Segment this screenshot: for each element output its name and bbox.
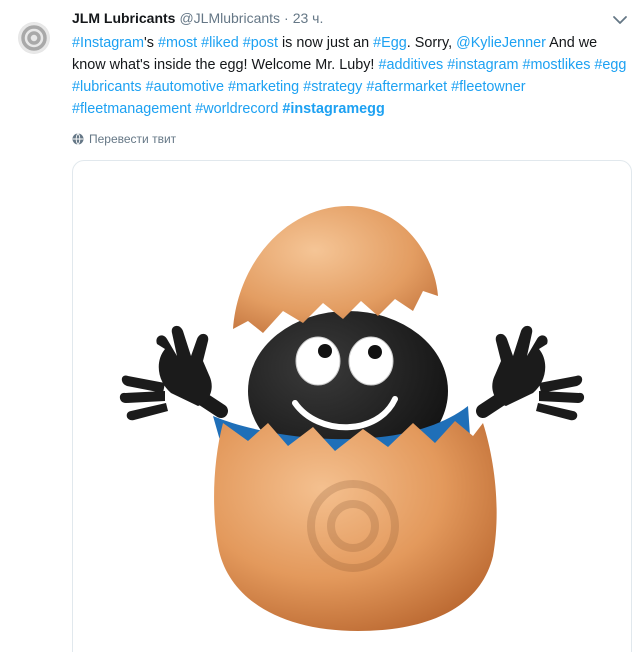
header-separator: · bbox=[284, 10, 289, 26]
timestamp[interactable]: 23 ч. bbox=[293, 10, 324, 26]
author-handle[interactable]: @JLMlubricants bbox=[179, 10, 280, 26]
hashtag-link[interactable]: #marketing bbox=[228, 79, 299, 95]
hashtag-link[interactable]: #egg bbox=[594, 57, 626, 73]
avatar[interactable] bbox=[18, 22, 50, 54]
egg-shell-bottom bbox=[214, 421, 497, 631]
globe-icon bbox=[72, 133, 84, 145]
tweet-header: JLM Lubricants @JLMlubricants · 23 ч. bbox=[72, 10, 323, 30]
hashtag-link[interactable]: #mostlikes bbox=[522, 57, 590, 73]
media-card[interactable] bbox=[72, 160, 632, 652]
right-hand bbox=[476, 325, 585, 421]
hashtag-link[interactable]: #automotive bbox=[146, 79, 224, 95]
mention-link[interactable]: @KylieJenner bbox=[456, 35, 546, 51]
left-hand bbox=[119, 325, 228, 421]
tweet-text: #Instagram's #most #liked #post is now j… bbox=[72, 32, 632, 120]
hashtag-link[interactable]: #fleetmanagement bbox=[72, 101, 191, 117]
hashtag-link[interactable]: #instagram bbox=[447, 57, 518, 73]
jlm-logo-icon bbox=[19, 23, 49, 53]
chevron-down-icon[interactable] bbox=[612, 14, 628, 26]
author-name[interactable]: JLM Lubricants bbox=[72, 10, 175, 26]
tweet-text-segment: . Sorry, bbox=[406, 35, 457, 51]
hashtag-link[interactable]: #additives bbox=[378, 57, 443, 73]
hashtag-link[interactable]: #worldrecord bbox=[195, 101, 278, 117]
hashtag-link[interactable]: #Egg bbox=[373, 35, 407, 51]
tweet-text-segment: is now just an bbox=[277, 35, 374, 51]
hashtag-link[interactable]: #Instagram bbox=[72, 35, 144, 51]
translate-label: Перевести твит bbox=[89, 132, 177, 146]
egg-mascot-image bbox=[119, 206, 585, 631]
hashtag-link[interactable]: #instagramegg bbox=[282, 101, 384, 117]
tweet-text-segment: 's bbox=[144, 35, 158, 51]
hashtag-link[interactable]: #fleetowner bbox=[451, 79, 525, 95]
hashtag-link[interactable]: #lubricants bbox=[72, 79, 142, 95]
hashtag-link[interactable]: #aftermarket bbox=[366, 79, 447, 95]
hashtag-link[interactable]: #strategy bbox=[303, 79, 362, 95]
hashtag-link[interactable]: #post bbox=[243, 35, 278, 51]
hashtag-link[interactable]: #liked bbox=[201, 35, 239, 51]
translate-tweet-button[interactable]: Перевести твит bbox=[72, 130, 176, 148]
hashtag-link[interactable]: #most bbox=[158, 35, 197, 51]
tweet[interactable]: JLM Lubricants @JLMlubricants · 23 ч. #I… bbox=[0, 0, 642, 652]
